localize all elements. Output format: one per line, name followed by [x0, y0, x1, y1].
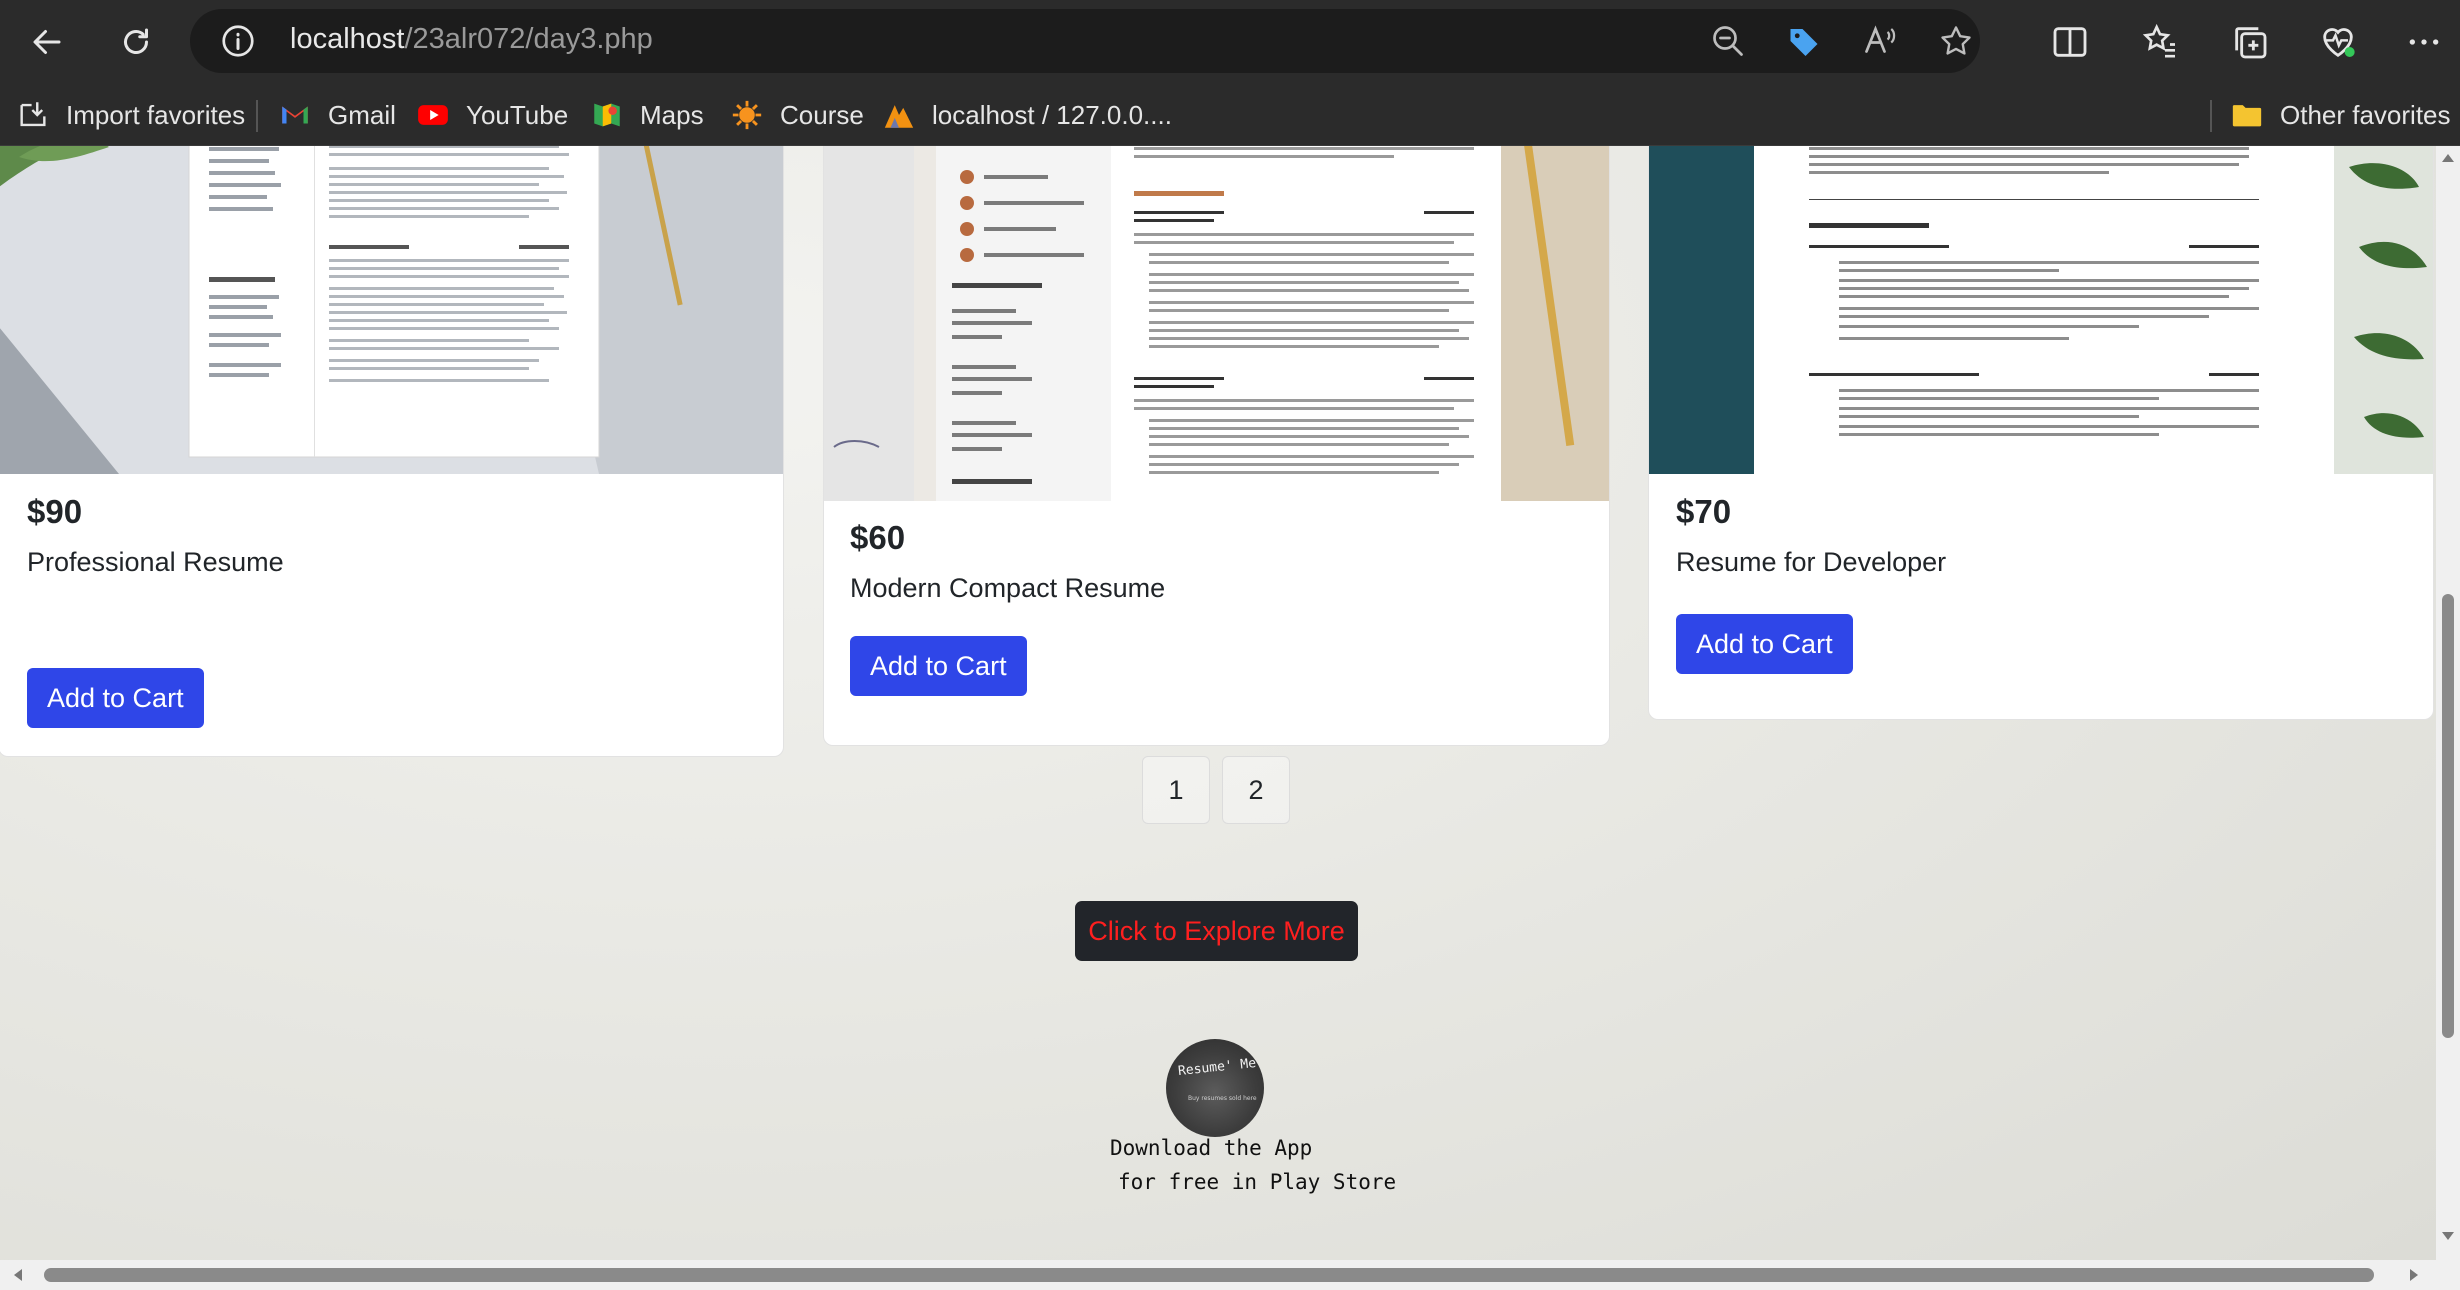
favorite-localhost[interactable]: localhost / 127.0.0.... [882, 96, 1172, 134]
maps-icon [594, 103, 620, 127]
other-favorites-label: Other favorites [2280, 99, 2451, 130]
add-to-cart-button[interactable]: Add to Cart [1676, 614, 1853, 674]
favorite-maps[interactable]: Maps [590, 96, 704, 134]
product-image [824, 146, 1609, 501]
favorite-star-icon[interactable] [1938, 23, 1974, 59]
zoom-out-icon[interactable] [1710, 23, 1746, 59]
split-screen-icon[interactable] [2050, 22, 2090, 62]
url-path: /23alr072/day3.php [404, 23, 653, 55]
favorite-label: Course [780, 99, 864, 130]
product-name: Professional Resume [27, 547, 284, 577]
resume-mockup-image [0, 146, 783, 474]
horizontal-scrollbar[interactable] [0, 1260, 2436, 1290]
product-price: $60 [850, 519, 906, 556]
add-to-cart-button[interactable]: Add to Cart [850, 636, 1027, 696]
logo-subtext: Buy resumes sold here [1188, 1095, 1257, 1102]
download-app-line1: Download the App [1110, 1136, 1313, 1160]
more-menu-icon[interactable] [2404, 22, 2444, 62]
other-favorites[interactable]: Other favorites [2230, 96, 2451, 134]
product-name: Resume for Developer [1676, 547, 1947, 577]
scrollbar-corner [2436, 1260, 2460, 1290]
favorites-list-icon[interactable] [2140, 22, 2180, 62]
product-price: $70 [1676, 493, 1732, 530]
favorite-label: Import favorites [66, 99, 246, 130]
refresh-icon [124, 28, 148, 54]
favorite-label: localhost / 127.0.0.... [932, 99, 1172, 130]
scroll-down-arrow-icon[interactable] [2442, 1232, 2454, 1240]
back-arrow-icon [33, 30, 61, 54]
scroll-left-arrow-icon[interactable] [14, 1269, 22, 1281]
favorite-import[interactable]: Import favorites [16, 96, 245, 134]
product-name: Modern Compact Resume [850, 573, 1166, 603]
phpmyadmin-icon [884, 105, 914, 128]
resume-me-logo[interactable]: Resume' Me Buy resumes sold here [1166, 1039, 1264, 1137]
page-viewport: $90 Professional Resume Add to Cart $60 … [0, 146, 2436, 1260]
refresh-button[interactable] [106, 14, 166, 70]
add-to-cart-button[interactable]: Add to Cart [27, 668, 204, 728]
product-card: $70 Resume for Developer Add to Cart [1648, 146, 2434, 720]
browser-essentials-icon[interactable] [2318, 22, 2358, 62]
logo-text: Resume' Me [1177, 1055, 1257, 1080]
product-card: $60 Modern Compact Resume Add to Cart [823, 146, 1610, 746]
favorites-bar: Import favorites Gmail YouTube Maps Cour… [0, 84, 2460, 146]
read-aloud-icon[interactable] [1862, 23, 1898, 59]
product-card: $90 Professional Resume Add to Cart [0, 146, 784, 757]
url-host: localhost [290, 23, 405, 55]
vertical-scrollbar[interactable] [2436, 146, 2460, 1260]
favorite-label: YouTube [466, 99, 569, 130]
horizontal-scroll-thumb[interactable] [44, 1268, 2374, 1282]
resume-mockup-image [824, 146, 1609, 501]
browser-toolbar: localhost/23alr072/day3.php [0, 0, 2460, 84]
course-icon [732, 100, 762, 130]
favorite-label: Maps [640, 99, 704, 130]
resume-mockup-image [1649, 146, 2433, 474]
address-bar[interactable]: localhost/23alr072/day3.php [190, 9, 1980, 73]
scroll-right-arrow-icon[interactable] [2410, 1269, 2418, 1281]
import-favorites-icon [20, 102, 46, 127]
folder-icon [2232, 105, 2262, 127]
favorite-gmail[interactable]: Gmail [278, 96, 396, 134]
gmail-icon [282, 106, 308, 124]
collections-icon[interactable] [2230, 22, 2270, 62]
explore-more-button[interactable]: Click to Explore More [1075, 901, 1358, 961]
vertical-scroll-thumb[interactable] [2442, 594, 2454, 1038]
favorite-youtube[interactable]: YouTube [416, 96, 568, 134]
product-image [0, 146, 783, 474]
youtube-icon [418, 105, 448, 125]
favorites-divider [256, 100, 258, 132]
scroll-up-arrow-icon[interactable] [2442, 154, 2454, 162]
pagination-page-1[interactable]: 1 [1142, 756, 1210, 824]
favorite-course[interactable]: Course [730, 96, 864, 134]
pagination-page-2[interactable]: 2 [1222, 756, 1290, 824]
coupon-tag-icon[interactable] [1786, 23, 1822, 59]
favorite-label: Gmail [328, 99, 396, 130]
download-app-line2: for free in Play Store [1118, 1170, 1397, 1194]
product-image [1649, 146, 2433, 474]
back-button[interactable] [17, 14, 77, 70]
product-price: $90 [27, 493, 83, 530]
url-text[interactable]: localhost/23alr072/day3.php [290, 23, 653, 56]
site-info-icon[interactable] [220, 23, 256, 59]
favorites-divider [2210, 100, 2212, 132]
